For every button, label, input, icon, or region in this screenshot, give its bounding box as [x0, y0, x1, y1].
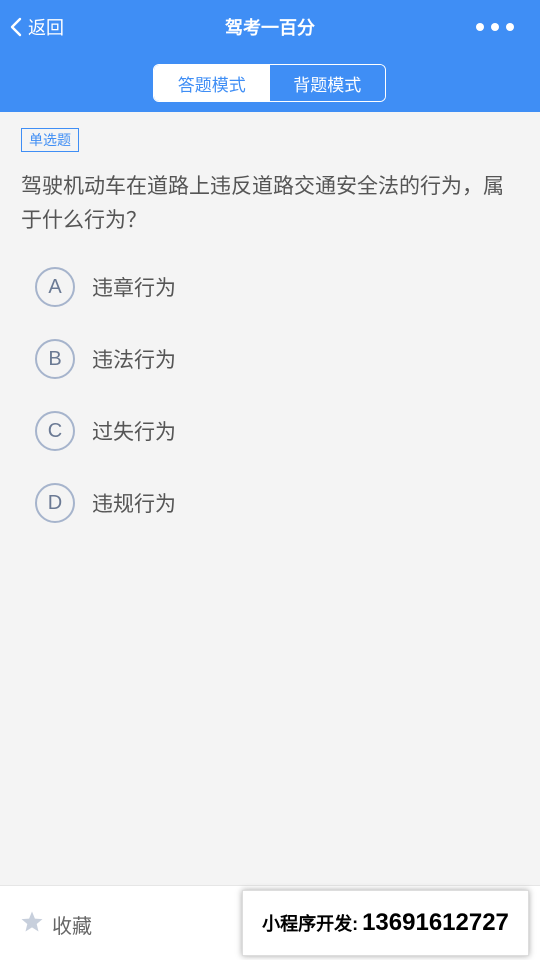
banner-prefix: 小程序开发: — [262, 914, 359, 934]
option-letter: A — [35, 267, 75, 307]
option-d[interactable]: D 违规行为 — [35, 482, 515, 524]
option-letter: D — [35, 483, 75, 523]
bottom-bar: 收藏 小程序开发: 13691612727 — [0, 885, 540, 960]
more-dots-icon — [506, 23, 514, 31]
option-text: 违章行为 — [92, 277, 176, 300]
mode-switch: 答题模式 背题模式 — [153, 64, 386, 102]
option-text: 过失行为 — [92, 421, 176, 444]
nav-bar: 返回 驾考一百分 — [0, 0, 540, 54]
option-letter: B — [35, 339, 75, 379]
promo-banner: 小程序开发: 13691612727 — [242, 890, 529, 956]
more-dots-icon — [491, 23, 499, 31]
tab-memorize-mode[interactable]: 背题模式 — [269, 65, 385, 101]
question-text: 驾驶机动车在道路上违反道路交通安全法的行为，属于什么行为？ — [21, 175, 504, 232]
option-a[interactable]: A 违章行为 — [35, 266, 515, 308]
option-b[interactable]: B 违法行为 — [35, 338, 515, 380]
page-title: 驾考一百分 — [225, 18, 315, 38]
more-button[interactable] — [476, 18, 514, 36]
question-type-badge: 单选题 — [21, 128, 79, 152]
option-text: 违法行为 — [92, 349, 176, 372]
option-letter: C — [35, 411, 75, 451]
option-c[interactable]: C 过失行为 — [35, 410, 515, 452]
tab-answer-mode[interactable]: 答题模式 — [154, 65, 270, 101]
favorite-button[interactable]: 收藏 — [20, 910, 92, 939]
star-icon — [20, 910, 44, 939]
more-dots-icon — [476, 23, 484, 31]
app-header: 返回 驾考一百分 答题模式 背题模式 — [0, 0, 540, 112]
banner-phone: 13691612727 — [362, 909, 509, 936]
options-list: A 违章行为 B 违法行为 C 过失行为 D 违规行为 — [35, 266, 515, 554]
option-text: 违规行为 — [92, 493, 176, 516]
favorite-label: 收藏 — [52, 916, 92, 938]
